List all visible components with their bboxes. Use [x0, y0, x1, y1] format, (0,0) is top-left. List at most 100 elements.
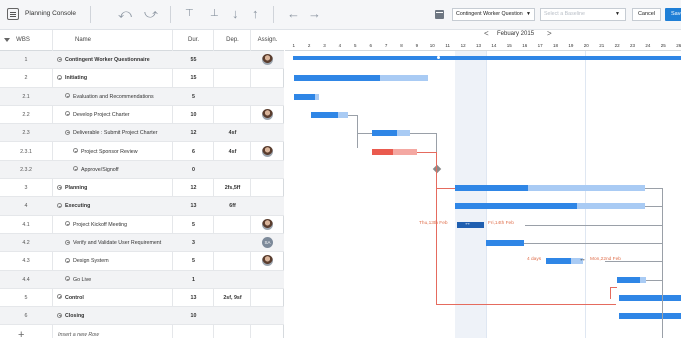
- avatar[interactable]: [262, 108, 273, 120]
- table-row[interactable]: 4.1 Project Kickoff Meeting 5: [0, 216, 284, 234]
- cell-duration[interactable]: 12: [173, 124, 214, 142]
- cell-duration[interactable]: 10: [173, 106, 214, 124]
- collapse-icon[interactable]: [73, 166, 78, 172]
- cell-duration[interactable]: 5: [173, 88, 214, 106]
- task-bar[interactable]: [617, 276, 640, 283]
- undo-icon[interactable]: ⤺: [118, 5, 132, 23]
- collapse-icon[interactable]: [65, 129, 70, 135]
- critical-task-bar[interactable]: [372, 148, 393, 155]
- header-assignees[interactable]: Assign.: [251, 30, 284, 51]
- cell-dependencies[interactable]: [214, 88, 251, 106]
- task-bar[interactable]: [293, 56, 681, 60]
- cell-duration[interactable]: 0: [173, 161, 214, 179]
- collapse-icon[interactable]: [57, 74, 62, 80]
- table-row[interactable]: 6 Closing 10: [0, 307, 284, 326]
- redo-icon[interactable]: ⤻: [144, 5, 158, 23]
- table-row[interactable]: 5 Control 13 2sf, 9sf: [0, 289, 284, 308]
- milestone-diamond[interactable]: [432, 164, 442, 174]
- cell-name[interactable]: Go Live: [53, 271, 172, 289]
- task-bar[interactable]: [294, 93, 315, 100]
- cell-dependencies[interactable]: [214, 216, 251, 234]
- cell-duration[interactable]: 5: [173, 252, 214, 270]
- resize-handle-icon[interactable]: ↔: [464, 220, 484, 228]
- indent-icon[interactable]: →: [308, 5, 321, 23]
- cell-dependencies[interactable]: 6ff: [214, 197, 251, 215]
- cell-name[interactable]: Contingent Worker Questionnaire: [53, 51, 172, 69]
- task-bar[interactable]: [455, 203, 577, 210]
- task-bar[interactable]: [619, 313, 681, 320]
- cell-dependencies[interactable]: [214, 106, 251, 124]
- table-row[interactable]: 2.3 Deliverable : Submit Project Charter 1…: [0, 124, 284, 143]
- cell-assignees[interactable]: [251, 106, 284, 124]
- task-bar-remaining[interactable]: [380, 75, 428, 82]
- cell-dependencies[interactable]: [214, 69, 251, 87]
- task-bar[interactable]: [619, 294, 681, 301]
- task-bar[interactable]: [294, 75, 380, 82]
- task-bar[interactable]: [486, 240, 524, 246]
- avatar[interactable]: [262, 145, 273, 157]
- cell-name[interactable]: Project Kickoff Meeting: [53, 216, 172, 234]
- collapse-icon[interactable]: [65, 276, 70, 282]
- cell-assignees[interactable]: SA: [251, 234, 284, 252]
- cell-assignees[interactable]: [251, 307, 284, 325]
- move-down-icon[interactable]: ↓: [232, 5, 239, 23]
- header-dependencies[interactable]: Dep.: [214, 30, 251, 51]
- cell-name[interactable]: Closing: [53, 307, 172, 325]
- outdent-icon[interactable]: ←: [287, 5, 300, 23]
- task-bar[interactable]: [546, 258, 571, 265]
- baseline-icon[interactable]: [435, 10, 444, 19]
- collapse-icon[interactable]: [57, 202, 62, 208]
- table-row[interactable]: 4 Executing 13 6ff: [0, 197, 284, 216]
- table-row[interactable]: 1 Contingent Worker Questionnaire 55: [0, 51, 284, 70]
- prev-month-icon[interactable]: <: [484, 30, 489, 38]
- collapse-icon[interactable]: [65, 239, 70, 245]
- cell-duration[interactable]: 1: [173, 271, 214, 289]
- cell-dependencies[interactable]: [214, 271, 251, 289]
- table-row[interactable]: 3 Planning 12 2fs,5ff: [0, 179, 284, 198]
- cell-name[interactable]: Initiating: [53, 69, 172, 87]
- plus-icon[interactable]: +: [18, 328, 24, 338]
- move-up-icon[interactable]: ↑: [252, 5, 259, 23]
- cell-name[interactable]: Project Sponsor Review: [53, 143, 172, 161]
- cell-duration[interactable]: 3: [173, 234, 214, 252]
- insert-row-below-icon[interactable]: ⊥: [210, 5, 219, 23]
- cell-duration[interactable]: 10: [173, 307, 214, 325]
- avatar[interactable]: [262, 255, 273, 267]
- table-row[interactable]: 2.1 Evaluation and Recommendations 5: [0, 87, 284, 106]
- cell-dependencies[interactable]: 4sf: [214, 143, 251, 161]
- cell-name[interactable]: Planning: [53, 179, 172, 197]
- insert-row[interactable]: + Insert a new Row: [0, 326, 284, 338]
- expand-icon[interactable]: [57, 312, 62, 318]
- cell-assignees[interactable]: [251, 69, 284, 87]
- avatar[interactable]: SA: [262, 237, 273, 249]
- task-bar-remaining[interactable]: [577, 203, 645, 210]
- task-bar[interactable]: [372, 130, 397, 137]
- cell-duration[interactable]: 15: [173, 69, 214, 87]
- cell-dependencies[interactable]: [214, 307, 251, 325]
- table-row[interactable]: 4.3 Design System 5: [0, 252, 284, 271]
- cell-duration[interactable]: 13: [173, 289, 214, 307]
- avatar[interactable]: [262, 54, 273, 66]
- header-name[interactable]: Name: [53, 30, 113, 51]
- task-bar-remaining[interactable]: [315, 93, 319, 100]
- cell-assignees[interactable]: [251, 271, 284, 289]
- cell-name[interactable]: Approve/Signoff: [53, 161, 172, 179]
- table-row[interactable]: 2.2 Develop Project Charter 10: [0, 106, 284, 125]
- cell-name[interactable]: Evaluation and Recommendations: [53, 88, 172, 106]
- cell-assignees[interactable]: [251, 179, 284, 197]
- collapse-icon[interactable]: [65, 111, 70, 117]
- table-row[interactable]: 4.2 Verify and Validate User Requirement 3…: [0, 234, 284, 253]
- table-row[interactable]: 2.3.1 Project Sponsor Review 6 4sf: [0, 143, 284, 161]
- header-duration[interactable]: Dur.: [173, 30, 214, 51]
- insert-row-above-icon[interactable]: ⊤: [185, 5, 194, 23]
- cell-dependencies[interactable]: [214, 51, 251, 69]
- table-row[interactable]: 2 Initiating 15: [0, 69, 284, 88]
- collapse-icon[interactable]: [65, 221, 70, 227]
- table-row[interactable]: 4.4 Go Live 1: [0, 270, 284, 289]
- next-month-icon[interactable]: >: [547, 30, 552, 38]
- expand-icon[interactable]: [57, 294, 62, 300]
- baseline-select[interactable]: Select a Baseline ▼: [540, 8, 626, 21]
- collapse-icon[interactable]: [65, 257, 70, 263]
- cell-assignees[interactable]: [251, 161, 284, 179]
- cell-duration[interactable]: 13: [173, 197, 214, 215]
